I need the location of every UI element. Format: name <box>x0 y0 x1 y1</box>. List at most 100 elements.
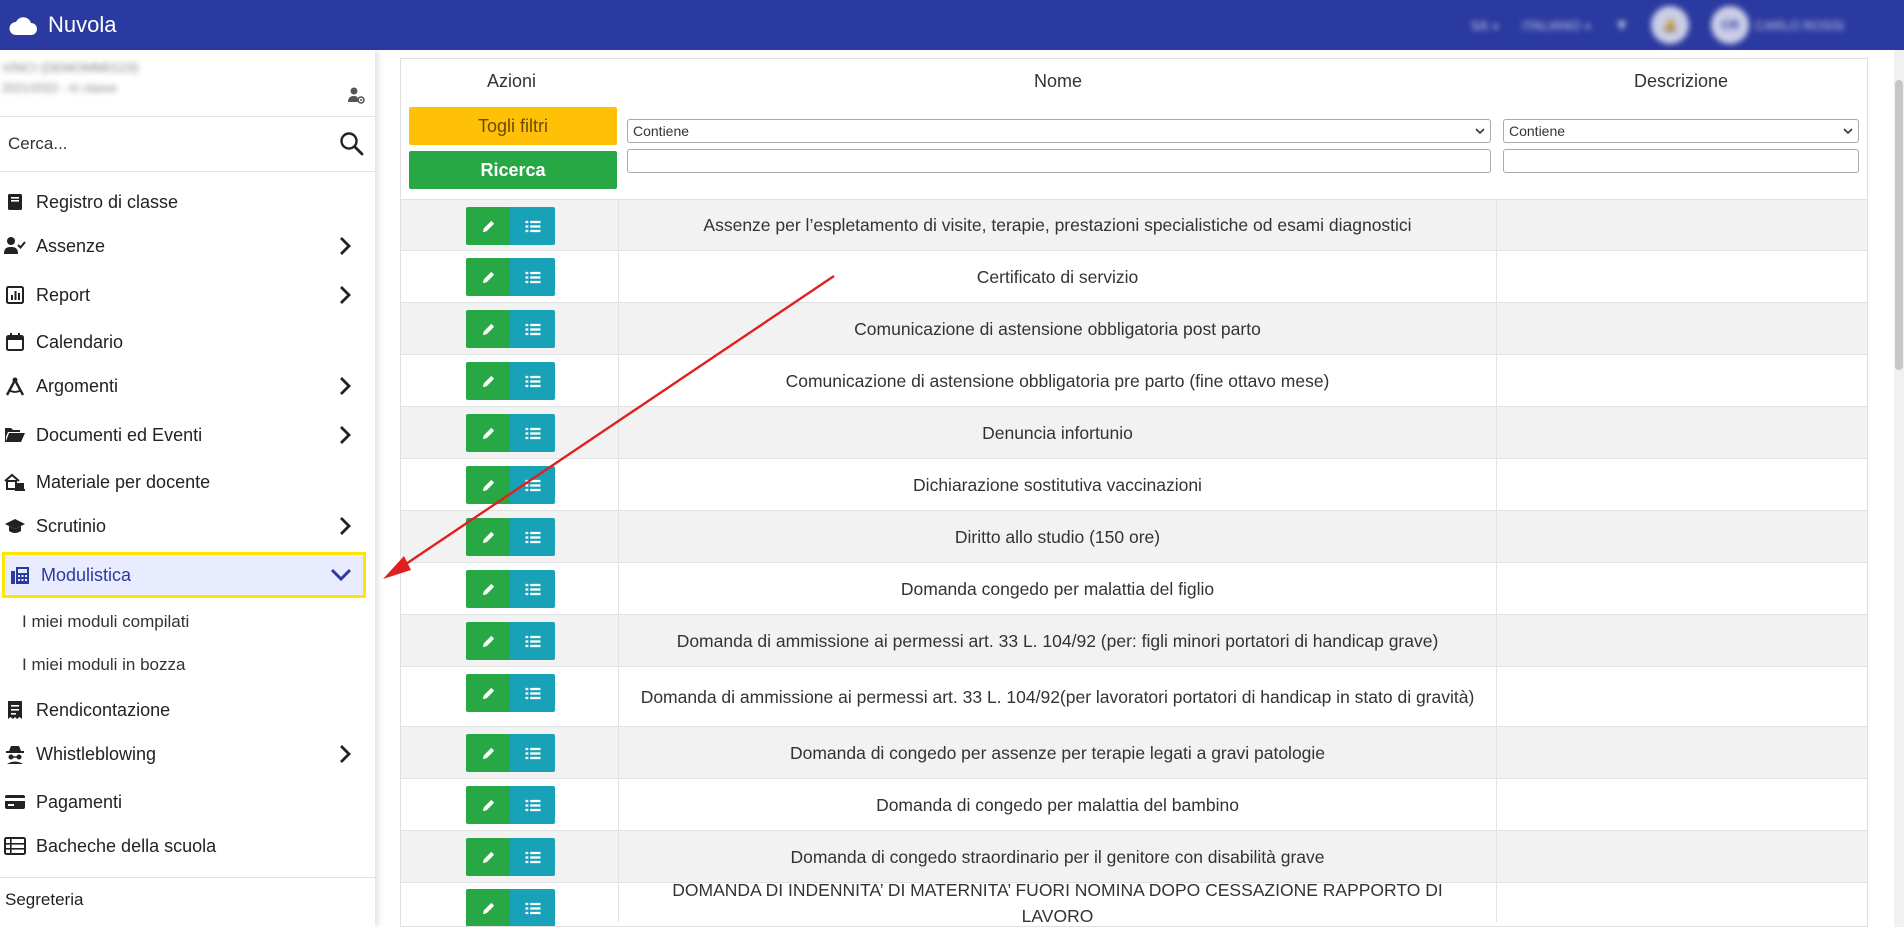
sidebar-item-argomenti[interactable]: Argomenti <box>0 366 375 406</box>
list-button[interactable] <box>510 674 555 712</box>
edit-button[interactable] <box>466 414 510 452</box>
sidebar-subitem-moduli-in-bozza[interactable]: I miei moduli in bozza <box>22 655 185 675</box>
list-icon <box>525 375 540 387</box>
app-title: Nuvola <box>48 12 117 37</box>
edit-button[interactable] <box>466 207 510 245</box>
list-button[interactable] <box>510 889 555 926</box>
user-settings-icon[interactable] <box>347 86 365 104</box>
pencil-icon <box>482 747 494 759</box>
name-cell: Comunicazione di astensione obbligatoria… <box>619 355 1497 406</box>
list-button[interactable] <box>510 466 555 504</box>
user-menu[interactable]: CR CARLO ROSSI <box>1711 6 1844 44</box>
sidebar-item-whistleblowing[interactable]: Whistleblowing <box>0 734 375 774</box>
school-selector[interactable]: SA ▼ <box>1471 18 1500 33</box>
edit-button[interactable] <box>466 258 510 296</box>
notifications-bell-icon[interactable]: 🔔 <box>1651 6 1690 44</box>
search-button[interactable]: Ricerca <box>409 151 617 189</box>
chart-bar-icon <box>4 284 26 306</box>
sidebar-item-registro-di-classe[interactable]: Registro di classe <box>0 182 375 222</box>
sidebar-item-report[interactable]: Report <box>0 275 375 315</box>
sidebar-item-materiale-per-docente[interactable]: Materiale per docente <box>0 462 375 502</box>
row-actions <box>466 518 555 556</box>
sidebar-item-scrutinio[interactable]: Scrutinio <box>0 506 375 546</box>
sidebar-item-calendario[interactable]: Calendario <box>0 322 375 362</box>
description-cell <box>1497 407 1867 458</box>
sidebar-item-documenti-ed-eventi[interactable]: Documenti ed Eventi <box>0 415 375 455</box>
list-button[interactable] <box>510 518 555 556</box>
edit-button[interactable] <box>466 838 510 876</box>
edit-button[interactable] <box>466 362 510 400</box>
description-filter-mode-select[interactable]: Contiene <box>1503 119 1859 143</box>
chevron-down-icon <box>1843 128 1853 135</box>
list-button[interactable] <box>510 622 555 660</box>
folder-open-icon <box>4 424 26 446</box>
sidebar-section-segreteria[interactable]: Segreteria <box>5 890 83 910</box>
sidebar-search-input[interactable] <box>0 117 320 171</box>
list-icon <box>525 851 540 863</box>
column-header-description[interactable]: Descrizione <box>1634 71 1728 92</box>
sidebar: VINCI (DEMOMM0123) 2021/2022 - In classe… <box>0 50 375 927</box>
user-name: CARLO ROSSI <box>1755 17 1844 33</box>
actions-cell <box>401 563 619 614</box>
sidebar-item-pagamenti[interactable]: Pagamenti <box>0 782 375 822</box>
edit-button[interactable] <box>466 674 510 712</box>
edit-button[interactable] <box>466 310 510 348</box>
list-button[interactable] <box>510 838 555 876</box>
user-info: VINCI (DEMOMM0123) 2021/2022 - In classe <box>0 50 375 116</box>
actions-cell <box>401 883 619 926</box>
list-button[interactable] <box>510 734 555 772</box>
sidebar-item-label: Calendario <box>36 331 124 352</box>
row-actions <box>466 622 555 660</box>
page-scrollbar[interactable] <box>1894 50 1904 927</box>
filter-icon[interactable]: ▼ <box>1614 17 1629 34</box>
list-button[interactable] <box>510 362 555 400</box>
edit-button[interactable] <box>466 570 510 608</box>
name-filter-mode-select[interactable]: Contiene <box>627 119 1491 143</box>
edit-button[interactable] <box>466 518 510 556</box>
pencil-icon <box>482 427 494 439</box>
list-button[interactable] <box>510 310 555 348</box>
sidebar-item-modulistica[interactable]: Modulistica <box>2 552 366 598</box>
name-filter-mode-value: Contiene <box>633 123 690 139</box>
name-cell: Domanda di congedo per malattia del bamb… <box>619 779 1497 830</box>
name-filter-input[interactable] <box>627 149 1491 173</box>
language-selector[interactable]: ITALIANO ▼ <box>1522 18 1592 33</box>
receipt-icon <box>4 699 26 721</box>
sidebar-item-rendicontazione[interactable]: Rendicontazione <box>0 690 375 730</box>
fax-icon <box>9 564 31 586</box>
description-cell <box>1497 511 1867 562</box>
row-actions <box>466 466 555 504</box>
brand[interactable]: Nuvola <box>0 12 116 38</box>
pencil-icon <box>482 687 494 699</box>
list-button[interactable] <box>510 258 555 296</box>
edit-button[interactable] <box>466 734 510 772</box>
sidebar-subitem-moduli-compilati[interactable]: I miei moduli compilati <box>22 612 189 632</box>
pencil-icon <box>482 323 494 335</box>
sidebar-search <box>0 116 375 172</box>
row-actions <box>466 258 555 296</box>
list-icon <box>525 323 540 335</box>
row-actions <box>466 674 555 712</box>
scrollbar-thumb[interactable] <box>1895 80 1903 370</box>
sidebar-divider <box>0 877 375 878</box>
search-icon[interactable] <box>339 131 365 157</box>
sidebar-item-bacheche-della-scuola[interactable]: Bacheche della scuola <box>0 826 375 866</box>
edit-button[interactable] <box>466 786 510 824</box>
description-cell <box>1497 883 1867 922</box>
sidebar-item-label: Documenti ed Eventi <box>36 424 203 445</box>
sidebar-item-assenze[interactable]: Assenze <box>0 226 375 266</box>
edit-button[interactable] <box>466 466 510 504</box>
list-button[interactable] <box>510 786 555 824</box>
table-row: Denuncia infortunio <box>401 406 1867 458</box>
actions-cell <box>401 251 619 302</box>
pencil-icon <box>482 851 494 863</box>
edit-button[interactable] <box>466 622 510 660</box>
description-filter-input[interactable] <box>1503 149 1859 173</box>
column-header-name[interactable]: Nome <box>1034 71 1082 92</box>
remove-filters-button[interactable]: Togli filtri <box>409 107 617 145</box>
edit-button[interactable] <box>466 889 510 926</box>
list-button[interactable] <box>510 570 555 608</box>
name-cell: Denuncia infortunio <box>619 407 1497 458</box>
list-button[interactable] <box>510 207 555 245</box>
list-button[interactable] <box>510 414 555 452</box>
